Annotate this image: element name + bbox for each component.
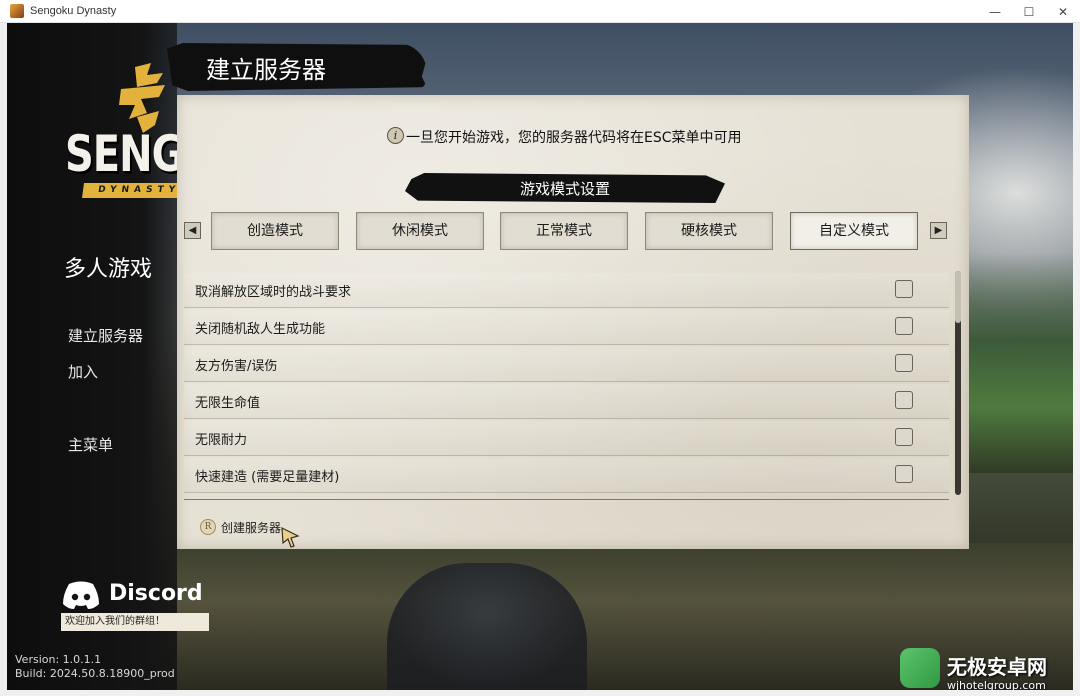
option-row[interactable]: 取消解放区域时的战斗要求 [184, 273, 949, 308]
tab-casual[interactable]: 休闲模式 [356, 212, 484, 250]
option-label: 友方伤害/误伤 [195, 359, 278, 374]
game-viewport: SENGOKU DYNASTY 多人游戏 建立服务器 加入 主菜单 Discor… [7, 23, 1073, 690]
discord-banner[interactable]: 欢迎加入我们的群组！ [61, 613, 209, 631]
option-label: 取消解放区域时的战斗要求 [195, 285, 352, 300]
footer-divider [184, 499, 949, 500]
window-title: Sengoku Dynasty [30, 5, 117, 17]
option-row[interactable]: 关闭随机敌人生成功能 [184, 310, 949, 345]
tab-custom[interactable]: 自定义模式 [790, 212, 918, 250]
tab-creative[interactable]: 创造模式 [211, 212, 339, 250]
window-controls: — ☐ ✕ [978, 0, 1080, 23]
info-icon: i [387, 127, 404, 144]
sidebar-item-create-server[interactable]: 建立服务器 [68, 325, 143, 346]
background-hills [963, 253, 1073, 473]
discord-label[interactable]: Discord [109, 581, 203, 606]
r-key-icon: R [200, 519, 216, 535]
option-checkbox[interactable] [895, 317, 913, 335]
maximize-button[interactable]: ☐ [1012, 0, 1046, 23]
option-row[interactable]: 无限生命值 [184, 384, 949, 419]
sidebar-item-join[interactable]: 加入 [68, 361, 98, 382]
next-mode-button[interactable]: ▶ [930, 222, 947, 239]
option-checkbox[interactable] [895, 391, 913, 409]
option-label: 快速建造 (需要足量建材) [195, 470, 340, 485]
option-row[interactable]: 无限耐力 [184, 421, 949, 456]
version-line: Version: 1.0.1.1 [15, 653, 102, 666]
sidebar-item-main-menu[interactable]: 主菜单 [68, 434, 113, 455]
watermark-title: 无极安卓网 [947, 655, 1047, 679]
game-mode-title: 游戏模式设置 [519, 180, 610, 198]
option-checkbox[interactable] [895, 280, 913, 298]
options-scrollbar-thumb[interactable] [955, 271, 961, 323]
close-button[interactable]: ✕ [1046, 0, 1080, 23]
prev-mode-button[interactable]: ◀ [184, 222, 201, 239]
watermark-url: wjhotelgroup.com [947, 679, 1046, 690]
option-label: 关闭随机敌人生成功能 [195, 322, 326, 337]
build-line: Build: 2024.50.8.18900_prod [15, 667, 175, 680]
option-row[interactable]: 友方伤害/误伤 [184, 347, 949, 382]
version-info: Version: 1.0.1.1 Build: 2024.50.8.18900_… [15, 653, 175, 681]
watermark-logo-icon [900, 648, 940, 688]
option-checkbox[interactable] [895, 354, 913, 372]
sidebar-heading: 多人游戏 [64, 257, 153, 282]
info-message: 一旦您开始游戏，您的服务器代码将在ESC菜单中可用 [406, 130, 742, 146]
create-server-button[interactable]: 创建服务器 [221, 519, 281, 536]
option-label: 无限生命值 [195, 396, 261, 411]
tab-hardcore[interactable]: 硬核模式 [645, 212, 773, 250]
minimize-button[interactable]: — [978, 0, 1012, 23]
page-title: 建立服务器 [206, 56, 326, 84]
option-row[interactable]: 快速建造 (需要足量建材) [184, 458, 949, 493]
tab-normal[interactable]: 正常模式 [500, 212, 628, 250]
option-label: 无限耐力 [195, 433, 248, 448]
app-icon [10, 4, 24, 18]
mouse-cursor-icon [281, 526, 300, 548]
option-checkbox[interactable] [895, 428, 913, 446]
window-titlebar: Sengoku Dynasty — ☐ ✕ [0, 0, 1080, 23]
discord-icon[interactable] [61, 580, 101, 610]
background-figure [387, 563, 587, 690]
option-checkbox[interactable] [895, 465, 913, 483]
